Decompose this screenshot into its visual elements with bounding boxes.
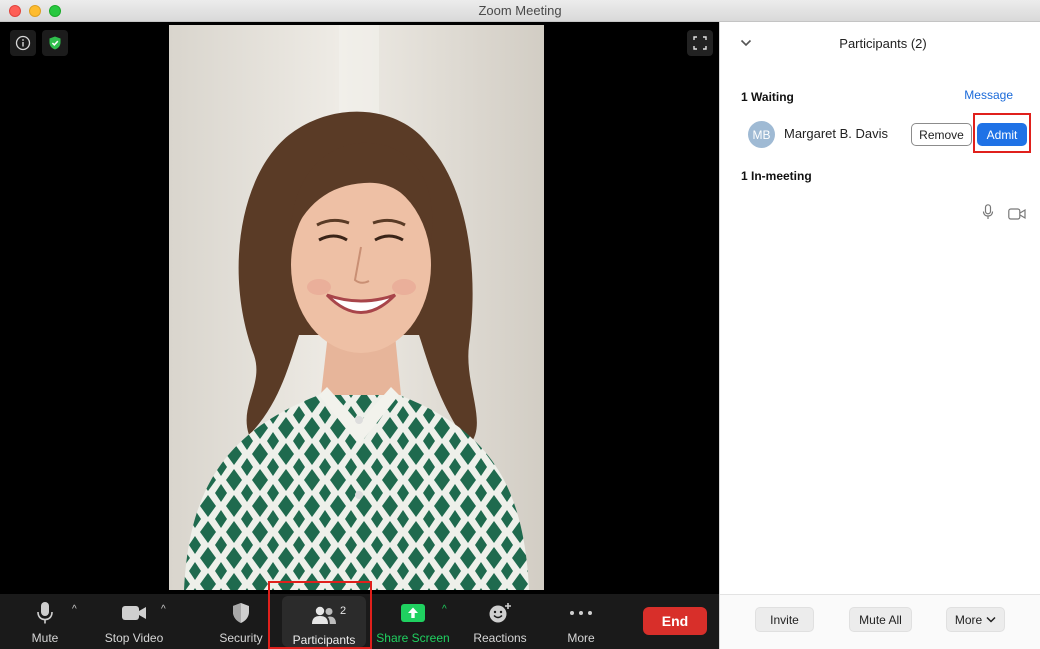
microphone-icon <box>37 602 53 624</box>
participant-video-camera-icon[interactable] <box>1008 207 1026 225</box>
video-camera-icon <box>122 606 146 620</box>
video-area <box>0 22 719 594</box>
reactions-button[interactable]: Reactions <box>470 594 530 649</box>
share-screen-button[interactable]: Share Screen <box>374 594 452 649</box>
avatar: MB <box>748 121 775 148</box>
stop-video-label: Stop Video <box>104 631 164 645</box>
share-options-chevron-up-icon[interactable]: ^ <box>442 604 447 615</box>
meeting-info-button[interactable] <box>10 30 36 56</box>
message-link[interactable]: Message <box>964 88 1013 102</box>
more-dots-icon <box>570 611 592 615</box>
waiting-section-label: 1 Waiting <box>741 90 794 104</box>
shield-check-icon <box>49 36 61 50</box>
in-meeting-section-label: 1 In-meeting <box>741 169 812 183</box>
more-options-button[interactable]: More <box>558 594 604 649</box>
mute-all-button[interactable]: Mute All <box>849 607 912 632</box>
panel-title: Participants (2) <box>839 36 927 51</box>
participant-name: Margaret B. Davis <box>784 126 889 141</box>
participants-icon <box>312 606 336 624</box>
info-icon <box>15 35 31 51</box>
end-meeting-button[interactable]: End <box>643 607 707 635</box>
fullscreen-icon <box>693 36 707 50</box>
participants-count-badge: 2 <box>340 605 347 617</box>
share-screen-arrow-icon <box>401 604 425 622</box>
participant-video <box>169 25 544 590</box>
invite-button[interactable]: Invite <box>755 607 814 632</box>
reactions-label: Reactions <box>473 631 527 645</box>
participants-button[interactable]: 2 Participants <box>282 596 366 647</box>
panel-header: Participants (2) <box>720 22 1040 66</box>
chevron-down-icon <box>986 616 996 623</box>
audio-options-chevron-up-icon[interactable]: ^ <box>72 604 77 615</box>
security-shield-icon <box>233 603 249 623</box>
more-label: More <box>567 631 595 645</box>
security-button[interactable]: Security <box>215 594 267 649</box>
title-bar: Zoom Meeting <box>0 0 1040 22</box>
reactions-icon <box>489 603 511 623</box>
participants-label: Participants <box>292 633 356 647</box>
stop-video-button[interactable]: Stop Video <box>100 594 168 649</box>
share-screen-label: Share Screen <box>376 631 450 645</box>
video-options-chevron-up-icon[interactable]: ^ <box>161 604 166 615</box>
encryption-status-button[interactable] <box>42 30 68 56</box>
panel-footer: Invite Mute All More <box>720 594 1040 649</box>
meeting-toolbar: Mute ^ Stop Video ^ Security 2 Participa… <box>0 594 719 649</box>
mute-label: Mute <box>31 631 59 645</box>
fullscreen-button[interactable] <box>687 30 713 56</box>
panel-more-label: More <box>954 612 983 627</box>
mute-button[interactable]: Mute <box>22 594 68 649</box>
security-label: Security <box>219 631 263 645</box>
participants-panel: Participants (2) 1 Waiting Message MB Ma… <box>719 22 1040 649</box>
participant-video-image <box>169 25 544 590</box>
zoom-meeting-window: Zoom Meeting Mute ^ Stop Video ^ Securit… <box>0 0 1040 649</box>
panel-more-button[interactable]: More <box>946 607 1005 632</box>
participant-microphone-icon[interactable] <box>982 204 994 225</box>
window-title: Zoom Meeting <box>478 3 562 18</box>
waiting-participant-row: MB Margaret B. Davis Remove Admit <box>720 118 1040 154</box>
admit-button[interactable]: Admit <box>977 123 1027 146</box>
remove-button[interactable]: Remove <box>911 123 972 146</box>
